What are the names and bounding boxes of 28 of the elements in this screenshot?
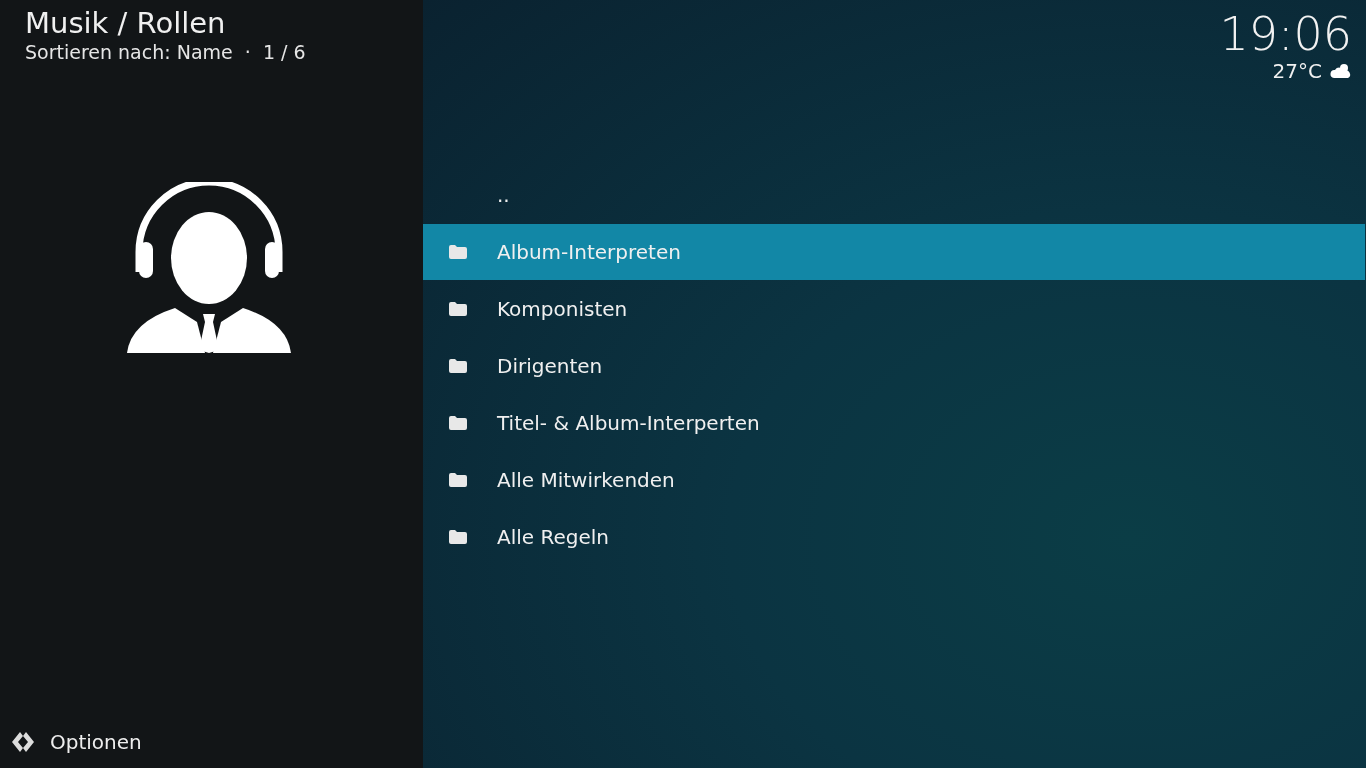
list-item[interactable]: Komponisten (423, 281, 1365, 337)
partly-cloudy-icon (1330, 63, 1352, 79)
list-item[interactable]: Album-Interpreten (423, 224, 1365, 280)
list-item[interactable]: .. (423, 167, 1365, 223)
list-item[interactable]: Alle Mitwirkenden (423, 452, 1365, 508)
folder-icon (449, 245, 467, 259)
folder-icon (449, 416, 467, 430)
list-item[interactable]: Alle Regeln (423, 509, 1365, 565)
folder-icon (449, 359, 467, 373)
folder-icon (449, 302, 467, 316)
item-label: Alle Regeln (497, 525, 609, 549)
person-with-headphones-icon (126, 182, 291, 354)
item-label: Alle Mitwirkenden (497, 468, 675, 492)
options-button[interactable]: Optionen (0, 730, 142, 768)
item-label: .. (497, 183, 510, 207)
item-label: Komponisten (497, 297, 628, 321)
temperature: 27°C (1272, 60, 1322, 82)
clock-time: 19:06 (1219, 8, 1352, 60)
item-label: Album-Interpreten (497, 240, 681, 264)
settings-icon (10, 730, 36, 754)
folder-icon (449, 473, 467, 487)
list-item[interactable]: Titel- & Album-Interperten (423, 395, 1365, 451)
list-item[interactable]: Dirigenten (423, 338, 1365, 394)
item-label: Dirigenten (497, 354, 603, 378)
sort-info: Sortieren nach: Name · 1 / 6 (24, 40, 307, 64)
page-title: Musik / Rollen (24, 6, 227, 40)
folder-icon (449, 530, 467, 544)
item-label: Titel- & Album-Interperten (497, 411, 760, 435)
